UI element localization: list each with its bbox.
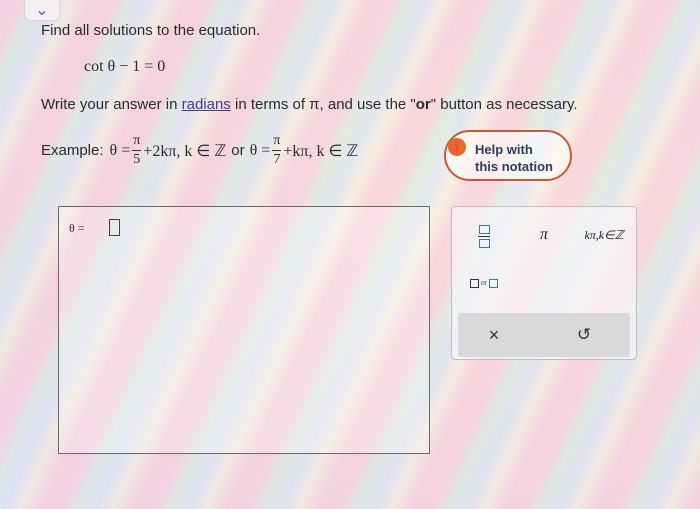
fraction-denominator-box-icon bbox=[478, 238, 490, 248]
example-term-1-prefix: θ = bbox=[109, 141, 131, 159]
example-term-1: θ = π 5 +2kπ, k ∈ ℤ bbox=[110, 134, 227, 167]
fraction-button[interactable] bbox=[472, 221, 496, 251]
problem-prompt: Find all solutions to the equation. bbox=[41, 22, 261, 39]
instructions: Write your answer in radians in terms of… bbox=[41, 96, 578, 113]
radians-link[interactable]: radians bbox=[182, 96, 231, 113]
fraction-1-numerator: π bbox=[132, 134, 142, 151]
or-button-label: or bbox=[480, 279, 488, 287]
example-term-2-prefix: θ = bbox=[249, 141, 271, 159]
problem-equation: cot θ − 1 = 0 bbox=[84, 58, 166, 75]
lightbulb-icon: ❗ bbox=[448, 138, 466, 156]
answer-lhs: θ = bbox=[69, 221, 85, 235]
fraction-2-denominator: 7 bbox=[273, 152, 281, 167]
undo-icon: ↺ bbox=[576, 325, 592, 344]
example-term-2: θ = π 7 +kπ, k ∈ ℤ bbox=[250, 134, 359, 167]
clear-button[interactable]: × bbox=[482, 321, 506, 349]
example-fraction-1: π 5 bbox=[132, 134, 142, 167]
example-or: or bbox=[231, 142, 245, 159]
collapse-toggle[interactable]: ⌄ bbox=[24, 0, 60, 21]
chevron-down-icon: ⌄ bbox=[35, 2, 49, 19]
fraction-numerator-box-icon bbox=[478, 224, 490, 234]
or-left-box-icon bbox=[469, 278, 479, 288]
math-keypad: π kπ,k∈ℤ or × ↺ bbox=[451, 206, 637, 360]
example-term-2-suffix: +kπ, k ∈ ℤ bbox=[283, 142, 359, 160]
or-button[interactable]: or bbox=[464, 273, 504, 293]
fraction-1-denominator: 5 bbox=[133, 152, 141, 167]
or-emphasis: or bbox=[415, 96, 431, 113]
help-notation-button[interactable]: ❗ Help with this notation bbox=[444, 130, 572, 181]
help-line-2: this notation bbox=[475, 159, 553, 174]
instructions-middle: in terms of π, and use the " bbox=[230, 96, 416, 113]
example-label: Example: bbox=[41, 142, 104, 159]
answer-input-area[interactable]: θ = bbox=[58, 206, 430, 454]
help-line-1: Help with bbox=[475, 142, 533, 157]
k-pi-integer-button[interactable]: kπ,k∈ℤ bbox=[578, 223, 630, 247]
example-fraction-2: π 7 bbox=[272, 134, 282, 167]
undo-button[interactable]: ↺ bbox=[572, 321, 596, 349]
example-term-1-suffix: +2kπ, k ∈ ℤ bbox=[143, 142, 227, 160]
help-text: Help with this notation bbox=[475, 141, 553, 175]
fraction-bar-icon bbox=[478, 235, 490, 237]
instructions-after: " button as necessary. bbox=[430, 96, 578, 113]
pi-button[interactable]: π bbox=[532, 223, 556, 247]
fraction-2-numerator: π bbox=[272, 134, 282, 151]
close-icon: × bbox=[488, 324, 500, 345]
answer-input-slot[interactable] bbox=[109, 219, 120, 236]
instructions-before: Write your answer in bbox=[41, 96, 182, 113]
example: Example: θ = π 5 +2kπ, k ∈ ℤ or θ = π 7 … bbox=[41, 134, 358, 167]
or-right-box-icon bbox=[489, 278, 499, 288]
